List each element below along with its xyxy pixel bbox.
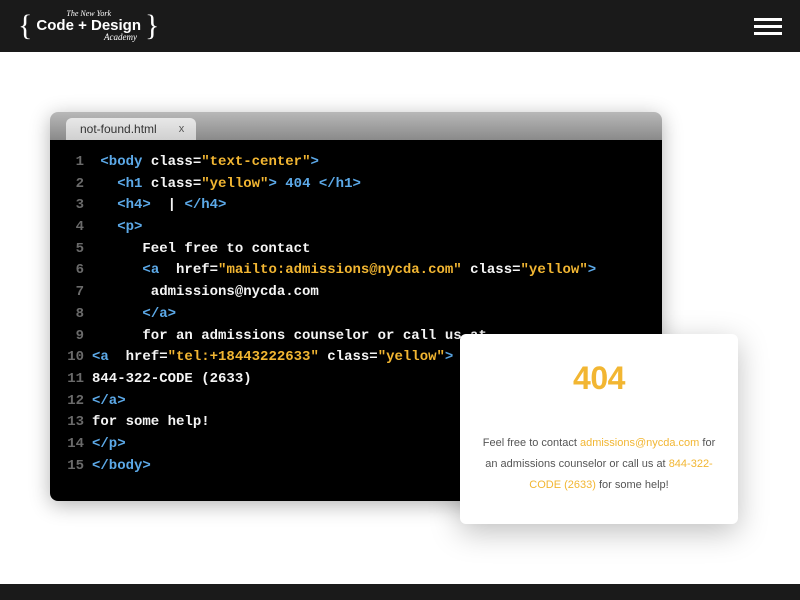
code-token bbox=[92, 262, 142, 278]
code-token: class= bbox=[151, 176, 201, 192]
line-number: 9 bbox=[60, 326, 84, 348]
code-token: </a> bbox=[92, 393, 126, 409]
error-text: for some help! bbox=[596, 479, 669, 491]
line-number: 7 bbox=[60, 282, 84, 304]
code-token: href= bbox=[176, 262, 218, 278]
code-token: href= bbox=[126, 349, 168, 365]
error-card: 404 Feel free to contact admissions@nycd… bbox=[460, 334, 738, 524]
code-content: for some help! bbox=[92, 412, 210, 434]
code-content: <h4> | </h4> bbox=[92, 195, 226, 217]
code-token: for an admissions counselor or call us a… bbox=[92, 328, 487, 344]
code-line: 6 <a href="mailto:admissions@nycda.com" … bbox=[60, 260, 652, 282]
code-line: 8 </a> bbox=[60, 304, 652, 326]
code-content: Feel free to contact bbox=[92, 239, 310, 261]
logo-line-3: Academy bbox=[104, 33, 137, 42]
code-token: | bbox=[151, 197, 185, 213]
email-link[interactable]: admissions@nycda.com bbox=[580, 437, 699, 449]
code-line: 4 <p> bbox=[60, 217, 652, 239]
code-token bbox=[92, 176, 117, 192]
tab-close-button[interactable]: x bbox=[175, 123, 189, 135]
hamburger-bar-icon bbox=[754, 18, 782, 21]
hamburger-menu-button[interactable] bbox=[754, 18, 782, 35]
hamburger-bar-icon bbox=[754, 32, 782, 35]
code-line: 1 <body class="text-center"> bbox=[60, 152, 652, 174]
code-token bbox=[92, 197, 117, 213]
line-number: 10 bbox=[60, 347, 84, 369]
code-token: class= bbox=[327, 349, 377, 365]
code-content: <h1 class="yellow"> 404 </h1> bbox=[92, 174, 361, 196]
code-token: <a bbox=[92, 349, 126, 365]
code-content: <body class="text-center"> bbox=[92, 152, 319, 174]
site-header: { The New York Code + Design Academy } bbox=[0, 0, 800, 52]
hamburger-bar-icon bbox=[754, 25, 782, 28]
code-token: "tel:+18443222633" bbox=[168, 349, 328, 365]
line-number: 6 bbox=[60, 260, 84, 282]
error-title: 404 bbox=[482, 360, 716, 397]
error-message: Feel free to contact admissions@nycda.co… bbox=[482, 433, 716, 496]
logo-text: The New York Code + Design Academy bbox=[36, 10, 141, 42]
line-number: 12 bbox=[60, 391, 84, 413]
code-token: "text-center" bbox=[201, 154, 310, 170]
code-token: > bbox=[310, 154, 318, 170]
code-token: "yellow" bbox=[201, 176, 268, 192]
code-content: for an admissions counselor or call us a… bbox=[92, 326, 487, 348]
code-token: class= bbox=[470, 262, 520, 278]
site-footer bbox=[0, 584, 800, 600]
logo-line-2: Code + Design bbox=[36, 18, 141, 33]
code-token: "yellow" bbox=[521, 262, 588, 278]
line-number: 8 bbox=[60, 304, 84, 326]
line-number: 14 bbox=[60, 434, 84, 456]
code-line: 3 <h4> | </h4> bbox=[60, 195, 652, 217]
code-token bbox=[92, 306, 142, 322]
line-number: 4 bbox=[60, 217, 84, 239]
line-number: 3 bbox=[60, 195, 84, 217]
brace-right-icon: } bbox=[145, 11, 159, 41]
code-content: </body> bbox=[92, 456, 151, 478]
logo[interactable]: { The New York Code + Design Academy } bbox=[18, 10, 159, 42]
code-token: > bbox=[588, 262, 596, 278]
code-content: <a href="mailto:admissions@nycda.com" cl… bbox=[92, 260, 596, 282]
line-number: 5 bbox=[60, 239, 84, 261]
code-content: </p> bbox=[92, 434, 126, 456]
code-token: <body bbox=[100, 154, 150, 170]
code-token: <h1 bbox=[117, 176, 151, 192]
code-token: </body> bbox=[92, 458, 151, 474]
code-token: Feel free to contact bbox=[92, 241, 310, 257]
code-token: "yellow" bbox=[378, 349, 445, 365]
code-content: <a href="tel:+18443222633" class="yellow… bbox=[92, 347, 453, 369]
code-token: <h4> bbox=[117, 197, 151, 213]
code-content: </a> bbox=[92, 391, 126, 413]
code-content: 844-322-CODE (2633) bbox=[92, 369, 252, 391]
code-token: > bbox=[445, 349, 453, 365]
editor-tabbar: not-found.html x bbox=[50, 112, 662, 140]
code-token: </a> bbox=[142, 306, 176, 322]
brace-left-icon: { bbox=[18, 11, 32, 41]
line-number: 2 bbox=[60, 174, 84, 196]
code-line: 7 admissions@nycda.com bbox=[60, 282, 652, 304]
code-token bbox=[92, 219, 117, 235]
code-line: 5 Feel free to contact bbox=[60, 239, 652, 261]
editor-tab[interactable]: not-found.html x bbox=[66, 118, 196, 140]
code-content: admissions@nycda.com bbox=[92, 282, 319, 304]
line-number: 11 bbox=[60, 369, 84, 391]
code-token: for some help! bbox=[92, 414, 210, 430]
error-text: Feel free to contact bbox=[483, 437, 580, 449]
code-content: </a> bbox=[92, 304, 176, 326]
code-token: "mailto:admissions@nycda.com" bbox=[218, 262, 470, 278]
code-token: admissions@nycda.com bbox=[92, 284, 319, 300]
code-token: </h4> bbox=[184, 197, 226, 213]
code-token: 844-322-CODE (2633) bbox=[92, 371, 252, 387]
code-token: > 404 </h1> bbox=[268, 176, 360, 192]
code-token: <a bbox=[142, 262, 176, 278]
main-content: not-found.html x 1 <body class="text-cen… bbox=[0, 52, 800, 501]
code-line: 2 <h1 class="yellow"> 404 </h1> bbox=[60, 174, 652, 196]
code-token: class= bbox=[151, 154, 201, 170]
line-number: 13 bbox=[60, 412, 84, 434]
code-token: </p> bbox=[92, 436, 126, 452]
code-token: <p> bbox=[117, 219, 142, 235]
code-content: <p> bbox=[92, 217, 142, 239]
line-number: 15 bbox=[60, 456, 84, 478]
line-number: 1 bbox=[60, 152, 84, 174]
tab-filename: not-found.html bbox=[80, 122, 157, 136]
